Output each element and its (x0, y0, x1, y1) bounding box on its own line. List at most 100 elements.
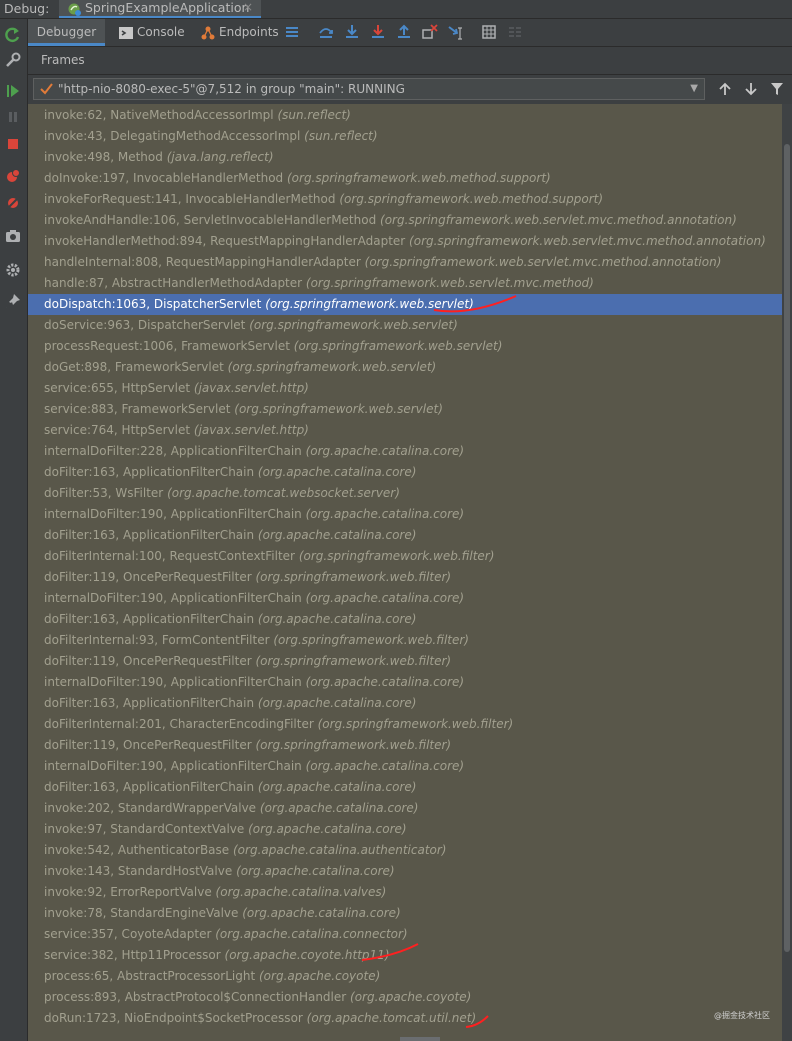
frame-package: (org.apache.catalina.authenticator) (233, 843, 447, 857)
rerun-icon[interactable] (4, 26, 22, 44)
frame-row[interactable]: internalDoFilter:190, ApplicationFilterC… (28, 672, 782, 693)
frame-row[interactable]: invoke:143, StandardHostValve (org.apach… (28, 861, 782, 882)
frame-method: process:65, AbstractProcessorLight (44, 969, 256, 983)
frame-row[interactable]: doFilter:53, WsFilter (org.apache.tomcat… (28, 483, 782, 504)
frame-row[interactable]: invoke:43, DelegatingMethodAccessorImpl … (28, 126, 782, 147)
endpoints-icon (201, 26, 215, 40)
frame-row[interactable]: doGet:898, FrameworkServlet (org.springf… (28, 357, 782, 378)
frame-row[interactable]: doRun:1723, NioEndpoint$SocketProcessor … (28, 1008, 782, 1029)
step-over-icon[interactable] (344, 24, 360, 40)
frame-label: invoke:97, StandardContextValve (org.apa… (44, 819, 407, 840)
frame-label: internalDoFilter:228, ApplicationFilterC… (44, 441, 464, 462)
frame-row[interactable]: doDispatch:1063, DispatcherServlet (org.… (28, 294, 782, 315)
frame-package: (org.springframework.web.servlet.mvc.met… (305, 276, 594, 290)
frame-row[interactable]: invoke:78, StandardEngineValve (org.apac… (28, 903, 782, 924)
chevron-down-icon[interactable]: ▼ (690, 83, 698, 94)
tab-console[interactable]: Console (137, 19, 185, 46)
frame-row[interactable]: process:893, AbstractProtocol$Connection… (28, 987, 782, 1008)
thread-select[interactable]: "http-nio-8080-exec-5"@7,512 in group "m… (33, 78, 705, 100)
frame-row[interactable]: internalDoFilter:190, ApplicationFilterC… (28, 588, 782, 609)
pause-icon[interactable] (4, 108, 22, 126)
evaluate-expression-icon[interactable] (481, 24, 497, 40)
frame-row[interactable]: invokeForRequest:141, InvocableHandlerMe… (28, 189, 782, 210)
stop-icon[interactable] (4, 135, 22, 153)
tab-endpoints[interactable]: Endpoints (219, 19, 279, 46)
checkmark-icon (40, 83, 53, 95)
frame-row[interactable]: invoke:542, AuthenticatorBase (org.apach… (28, 840, 782, 861)
horizontal-scrollbar-thumb[interactable] (400, 1037, 440, 1041)
frame-method: doFilter:163, ApplicationFilterChain (44, 780, 255, 794)
watermark-text: @掘金技术社区 (714, 1011, 770, 1020)
run-to-cursor-icon[interactable] (448, 24, 464, 40)
frame-row[interactable]: internalDoFilter:190, ApplicationFilterC… (28, 504, 782, 525)
show-execution-point-icon[interactable] (318, 24, 334, 40)
frame-row[interactable]: service:883, FrameworkServlet (org.sprin… (28, 399, 782, 420)
frame-row[interactable]: invoke:97, StandardContextValve (org.apa… (28, 819, 782, 840)
frame-row[interactable]: internalDoFilter:228, ApplicationFilterC… (28, 441, 782, 462)
pin-icon[interactable] (4, 292, 22, 310)
run-config-tab[interactable]: SpringExampleApplication × (59, 0, 261, 18)
camera-icon[interactable] (4, 227, 22, 245)
frame-row[interactable]: invoke:498, Method (java.lang.reflect) (28, 147, 782, 168)
frame-row[interactable]: doFilterInternal:93, FormContentFilter (… (28, 630, 782, 651)
frame-row[interactable]: doFilter:119, OncePerRequestFilter (org.… (28, 735, 782, 756)
arrow-down-icon[interactable] (744, 82, 758, 96)
frame-label: internalDoFilter:190, ApplicationFilterC… (44, 504, 464, 525)
frames-scrollbar[interactable] (782, 104, 792, 1041)
frame-method: processRequest:1006, FrameworkServlet (44, 339, 290, 353)
frame-row[interactable]: handle:87, AbstractHandlerMethodAdapter … (28, 273, 782, 294)
frame-package: (java.lang.reflect) (166, 150, 274, 164)
debugger-tab-bar: Debugger Console Endpoints (28, 19, 792, 47)
frame-row[interactable]: doFilterInternal:201, CharacterEncodingF… (28, 714, 782, 735)
frame-row[interactable]: handleInternal:808, RequestMappingHandle… (28, 252, 782, 273)
close-icon[interactable]: × (243, 0, 253, 14)
frame-row[interactable]: process:65, AbstractProcessorLight (org.… (28, 966, 782, 987)
step-into-icon[interactable] (370, 24, 386, 40)
resume-icon[interactable] (4, 82, 22, 100)
frame-row[interactable]: service:357, CoyoteAdapter (org.apache.c… (28, 924, 782, 945)
frame-row[interactable]: internalDoFilter:190, ApplicationFilterC… (28, 756, 782, 777)
frame-row[interactable]: service:382, Http11Processor (org.apache… (28, 945, 782, 966)
frame-row[interactable]: invokeAndHandle:106, ServletInvocableHan… (28, 210, 782, 231)
mute-breakpoints-icon[interactable] (4, 194, 22, 212)
frame-row[interactable]: doFilter:163, ApplicationFilterChain (or… (28, 462, 782, 483)
frame-row[interactable]: processRequest:1006, FrameworkServlet (o… (28, 336, 782, 357)
frame-package: (sun.reflect) (304, 129, 378, 143)
frame-row[interactable]: doFilter:163, ApplicationFilterChain (or… (28, 609, 782, 630)
view-breakpoints-icon[interactable] (4, 167, 22, 185)
frame-row[interactable]: invoke:202, StandardWrapperValve (org.ap… (28, 798, 782, 819)
trace-stream-icon (509, 27, 521, 37)
filter-icon[interactable] (770, 82, 784, 96)
layout-menu-icon[interactable] (284, 24, 300, 40)
frame-method: service:382, Http11Processor (44, 948, 221, 962)
frame-row[interactable]: doFilter:163, ApplicationFilterChain (or… (28, 693, 782, 714)
frame-row[interactable]: invokeHandlerMethod:894, RequestMappingH… (28, 231, 782, 252)
frame-row[interactable]: doFilter:163, ApplicationFilterChain (or… (28, 525, 782, 546)
frame-row[interactable]: invoke:62, NativeMethodAccessorImpl (sun… (28, 105, 782, 126)
frame-row[interactable]: service:655, HttpServlet (javax.servlet.… (28, 378, 782, 399)
frame-label: invoke:498, Method (java.lang.reflect) (44, 147, 274, 168)
frame-row[interactable]: doService:963, DispatcherServlet (org.sp… (28, 315, 782, 336)
frame-row[interactable]: invoke:92, ErrorReportValve (org.apache.… (28, 882, 782, 903)
frame-row[interactable]: doInvoke:197, InvocableHandlerMethod (or… (28, 168, 782, 189)
frame-row[interactable]: service:764, HttpServlet (javax.servlet.… (28, 420, 782, 441)
frame-method: invoke:143, StandardHostValve (44, 864, 233, 878)
drop-frame-icon[interactable] (422, 24, 438, 40)
frame-method: doFilterInternal:100, RequestContextFilt… (44, 549, 295, 563)
scrollbar-thumb[interactable] (784, 144, 790, 952)
tab-debugger[interactable]: Debugger (28, 19, 105, 46)
frame-package: (org.springframework.web.filter) (273, 633, 469, 647)
frame-row[interactable]: doFilterInternal:100, RequestContextFilt… (28, 546, 782, 567)
arrow-up-icon[interactable] (718, 82, 732, 96)
settings-gear-icon[interactable] (4, 261, 22, 279)
frame-label: process:65, AbstractProcessorLight (org.… (44, 966, 380, 987)
frame-row[interactable]: doFilter:163, ApplicationFilterChain (or… (28, 777, 782, 798)
frame-method: invoke:92, ErrorReportValve (44, 885, 212, 899)
frame-row[interactable]: doFilter:119, OncePerRequestFilter (org.… (28, 567, 782, 588)
frame-package: (org.springframework.web.filter) (317, 717, 514, 731)
step-out-icon[interactable] (396, 24, 412, 40)
frame-label: invoke:143, StandardHostValve (org.apach… (44, 861, 395, 882)
frame-package: (javax.servlet.http) (193, 423, 309, 437)
frame-row[interactable]: doFilter:119, OncePerRequestFilter (org.… (28, 651, 782, 672)
wrench-icon[interactable] (4, 51, 22, 69)
